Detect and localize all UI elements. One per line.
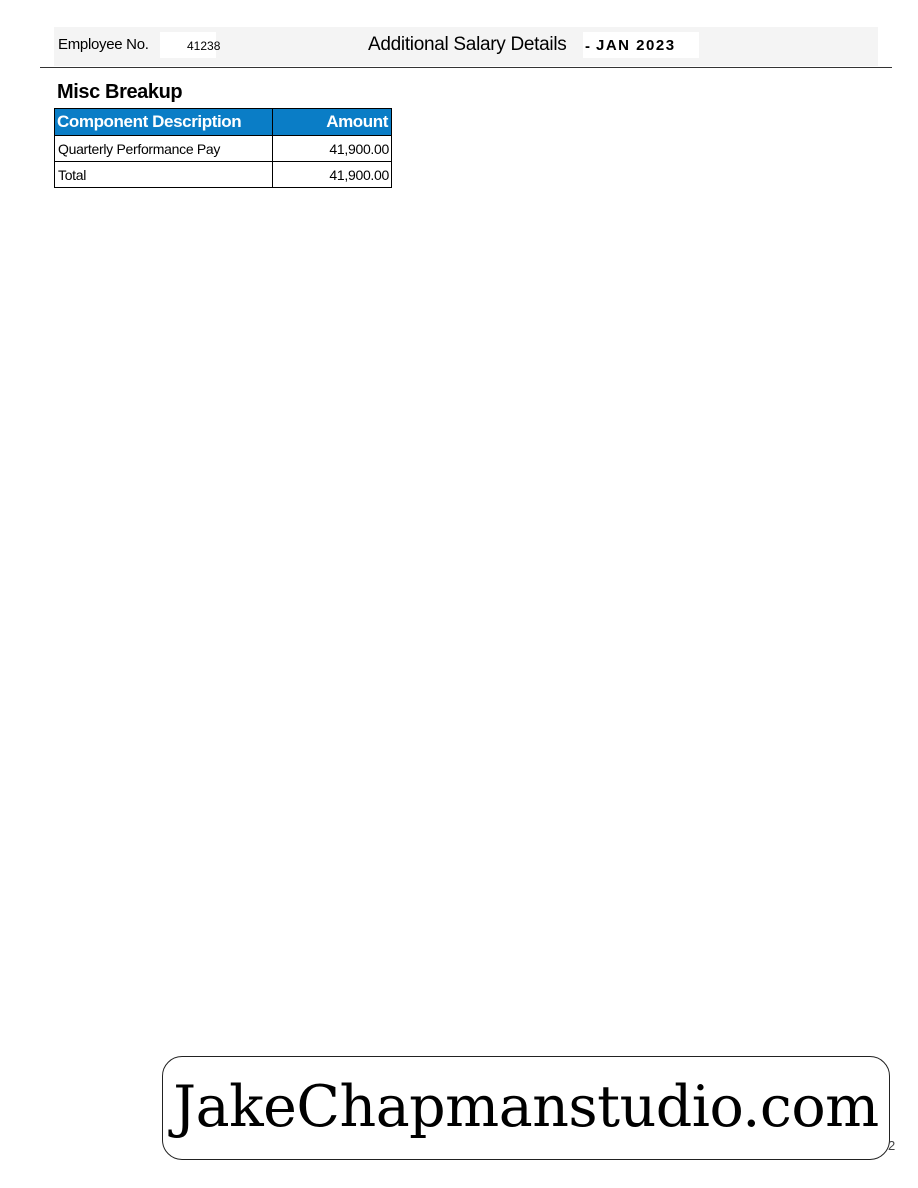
column-header-description: Component Description [54,108,273,136]
component-description-cell: Quarterly Performance Pay [54,135,273,162]
column-header-amount: Amount [272,108,392,136]
page-number: 2 [888,1138,896,1153]
total-label-cell: Total [54,161,273,188]
total-amount-cell: 41,900.00 [272,161,392,188]
table-row: Quarterly Performance Pay 41,900.00 [54,135,392,162]
table-header-row: Component Description Amount [54,108,392,136]
amount-cell: 41,900.00 [272,135,392,162]
page-title: Additional Salary Details [368,34,567,55]
section-title: Misc Breakup [57,81,183,103]
header-divider [40,67,892,68]
misc-breakup-table: Component Description Amount Quarterly P… [54,108,392,188]
watermark-banner: JakeChapmanstudio.com [162,1056,890,1160]
salary-period: JAN 2023 [596,37,676,54]
employee-number-label: Employee No. [58,36,149,53]
table-row-total: Total 41,900.00 [54,161,392,188]
employee-number-value: 41238 [187,39,221,53]
period-separator: - [585,38,590,55]
